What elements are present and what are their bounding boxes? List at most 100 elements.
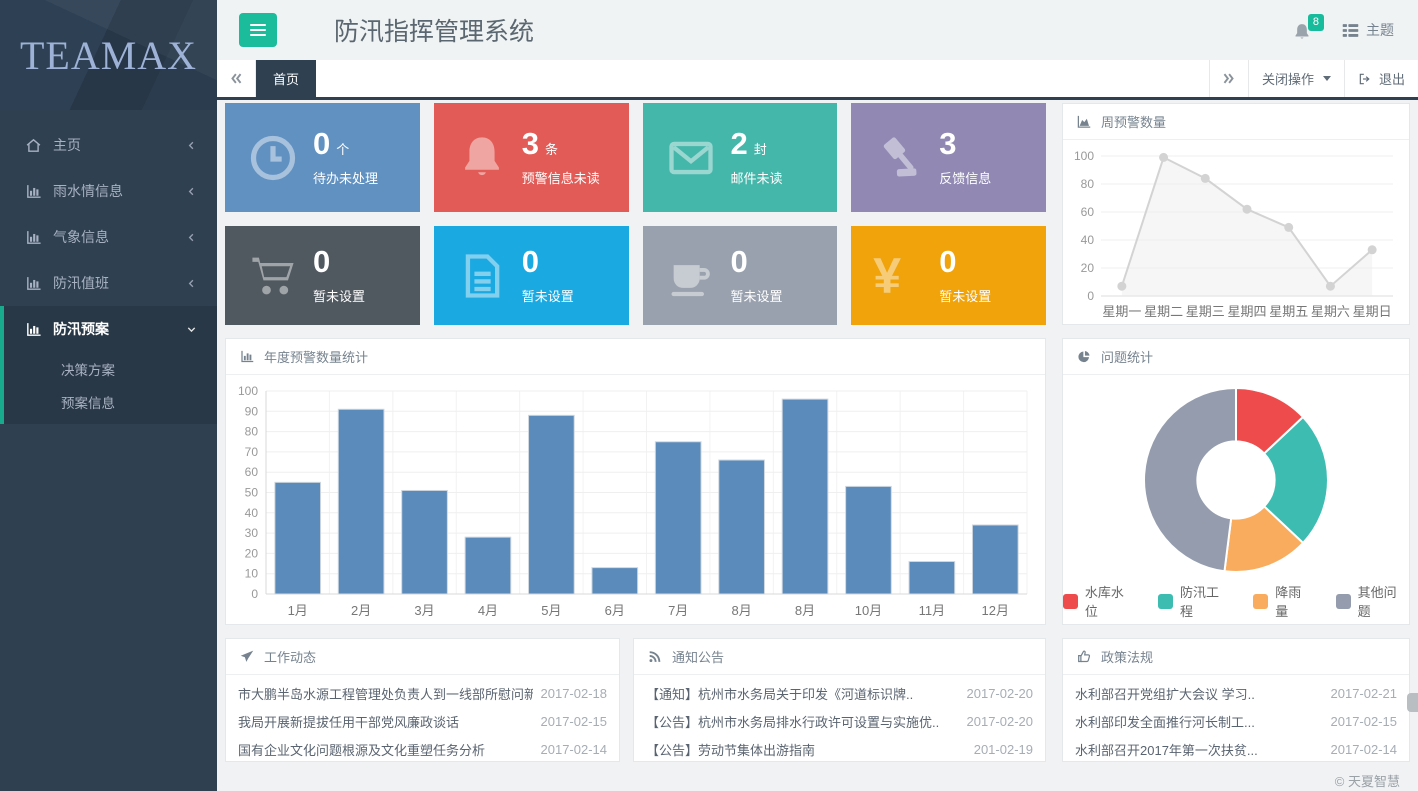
- bar-chart-icon: [25, 275, 42, 292]
- svg-text:100: 100: [238, 384, 258, 398]
- svg-text:70: 70: [245, 445, 259, 459]
- annual-bar-chart[interactable]: 01020304050607080901001月2月3月4月5月6月7月8月8月…: [226, 375, 1045, 624]
- svg-text:星期五: 星期五: [1269, 304, 1308, 319]
- news-item[interactable]: 我局开展新提拔任用干部党风廉政谈话 2017-02-15: [226, 707, 619, 735]
- sidebar-subitem-decision-plan[interactable]: 决策方案: [4, 352, 217, 385]
- sidebar-item-label: 防汛预案: [53, 319, 109, 339]
- tabs-scroll-right-button[interactable]: [1209, 60, 1248, 97]
- svg-text:80: 80: [245, 425, 259, 439]
- issue-donut-chart[interactable]: [1063, 375, 1409, 581]
- logo-area: TEAMAX: [0, 0, 217, 110]
- news-item[interactable]: 水利部召开党组扩大会议 学习.. 2017-02-21: [1063, 679, 1409, 707]
- legend-item-other[interactable]: 其他问题: [1336, 582, 1409, 620]
- back-to-top-button[interactable]: [1407, 693, 1418, 712]
- tabs-scroll-left-button[interactable]: [217, 60, 256, 97]
- bell-icon: [456, 132, 522, 184]
- news-item-title[interactable]: 国有企业文化问题根源及文化重塑任务分析: [238, 740, 533, 759]
- stat-card-unset-4[interactable]: ¥ 0 暂未设置: [851, 226, 1046, 325]
- sidebar-item-rain-info[interactable]: 雨水情信息: [4, 168, 217, 214]
- sidebar-item-weather-info[interactable]: 气象信息: [4, 214, 217, 260]
- legend-item-engineering[interactable]: 防汛工程: [1158, 582, 1231, 620]
- svg-text:8月: 8月: [732, 603, 752, 618]
- news-item[interactable]: 【通知】杭州市水务局关于印发《河道标识牌.. 2017-02-20: [634, 679, 1045, 707]
- card-value: 0: [731, 246, 748, 279]
- thumbs-up-icon: [1076, 649, 1092, 664]
- svg-text:星期一: 星期一: [1102, 304, 1141, 319]
- svg-text:星期二: 星期二: [1144, 304, 1183, 319]
- svg-text:50: 50: [245, 486, 259, 500]
- sidebar-item-flood-duty[interactable]: 防汛值班: [4, 260, 217, 306]
- news-item[interactable]: 【公告】劳动节集体出游指南 201-02-19: [634, 735, 1045, 763]
- card-label: 暂未设置: [731, 286, 783, 305]
- news-item-title[interactable]: 【公告】劳动节集体出游指南: [646, 740, 966, 759]
- news-item-date: 2017-02-14: [1331, 742, 1398, 757]
- stat-card-unset-2[interactable]: 0 暂未设置: [434, 226, 629, 325]
- news-item[interactable]: 国有企业文化问题根源及文化重塑任务分析 2017-02-14: [226, 735, 619, 763]
- sidebar-subitem-plan-info[interactable]: 预案信息: [4, 385, 217, 418]
- theme-button[interactable]: 主题: [1342, 20, 1394, 40]
- svg-text:60: 60: [1081, 205, 1095, 219]
- pie-chart-icon: [1076, 349, 1092, 364]
- news-item[interactable]: 水利部印发全面推行河长制工... 2017-02-15: [1063, 707, 1409, 735]
- svg-text:0: 0: [251, 587, 258, 601]
- stat-card-unset-3[interactable]: 0 暂未设置: [643, 226, 838, 325]
- sidebar-item-home[interactable]: 主页: [4, 122, 217, 168]
- news-item-title[interactable]: 水利部召开党组扩大会议 学习..: [1075, 684, 1323, 703]
- card-label: 预警信息未读: [522, 168, 600, 187]
- tab-home[interactable]: 首页: [256, 60, 316, 97]
- svg-text:10月: 10月: [855, 603, 882, 618]
- news-item[interactable]: 【公告】杭州市水务局排水行政许可设置与实施优.. 2017-02-20: [634, 707, 1045, 735]
- cart-icon: [247, 250, 313, 302]
- sidebar-item-label: 防汛值班: [53, 273, 109, 293]
- hamburger-menu-button[interactable]: [239, 13, 277, 47]
- sidebar-item-flood-plan[interactable]: 防汛预案: [4, 306, 217, 352]
- logout-button[interactable]: 退出: [1344, 60, 1418, 97]
- news-item-title[interactable]: 市大鹏半岛水源工程管理处负责人到一线部所慰问新春: [238, 684, 533, 703]
- news-item-title[interactable]: 我局开展新提拔任用干部党风廉政谈话: [238, 712, 533, 731]
- svg-text:20: 20: [1081, 261, 1095, 275]
- coffee-icon: [665, 250, 731, 302]
- notification-bell-button[interactable]: 8: [1292, 18, 1314, 42]
- svg-text:1月: 1月: [288, 603, 308, 618]
- notice-panel: 通知公告 【通知】杭州市水务局关于印发《河道标识牌.. 2017-02-20 【…: [633, 638, 1046, 762]
- news-item[interactable]: 水利部召开2017年第一次扶贫... 2017-02-14: [1063, 735, 1409, 763]
- notification-badge: 8: [1308, 14, 1324, 31]
- news-item-date: 2017-02-21: [1331, 686, 1398, 701]
- svg-text:8月: 8月: [795, 603, 815, 618]
- stat-card-todo[interactable]: 0个 待办未处理: [225, 103, 420, 212]
- legend-item-reservoir[interactable]: 水库水位: [1063, 582, 1136, 620]
- sidebar-group-plan: 防汛预案 决策方案 预案信息: [0, 306, 217, 424]
- news-item[interactable]: 市大鹏半岛水源工程管理处负责人到一线部所慰问新春 2017-02-18: [226, 679, 619, 707]
- sidebar-group-duty: 防汛值班: [0, 260, 217, 306]
- news-item-title[interactable]: 水利部印发全面推行河长制工...: [1075, 712, 1323, 731]
- topbar: 防汛指挥管理系统 8 主题: [217, 0, 1418, 60]
- legend-swatch: [1063, 594, 1078, 609]
- news-item-title[interactable]: 【通知】杭州市水务局关于印发《河道标识牌..: [646, 684, 959, 703]
- card-unit: 个: [336, 139, 349, 158]
- legend-item-rainfall[interactable]: 降雨量: [1253, 582, 1313, 620]
- panel-title: 政策法规: [1101, 647, 1153, 666]
- angle-double-right-icon: [1221, 71, 1236, 86]
- card-value: 0: [939, 246, 956, 279]
- news-item-title[interactable]: 水利部召开2017年第一次扶贫...: [1075, 740, 1323, 759]
- area-chart-icon: [1076, 114, 1092, 129]
- weekly-area-chart[interactable]: 020406080100星期一星期二星期三星期四星期五星期六星期日: [1063, 140, 1409, 324]
- chevron-left-icon: [186, 140, 197, 151]
- close-operations-dropdown[interactable]: 关闭操作: [1248, 60, 1344, 97]
- svg-text:5月: 5月: [541, 603, 561, 618]
- news-item-title[interactable]: 【公告】杭州市水务局排水行政许可设置与实施优..: [646, 712, 959, 731]
- stat-card-mail[interactable]: 2封 邮件未读: [643, 103, 838, 212]
- svg-text:7月: 7月: [668, 603, 688, 618]
- svg-text:星期三: 星期三: [1186, 304, 1225, 319]
- card-value: 3: [939, 128, 956, 161]
- stat-card-feedback[interactable]: 3 反馈信息: [851, 103, 1046, 212]
- caret-down-icon: [1323, 76, 1331, 81]
- panel-title: 周预警数量: [1101, 112, 1166, 131]
- close-operations-label: 关闭操作: [1262, 69, 1314, 88]
- sign-out-icon: [1358, 72, 1372, 86]
- rss-icon: [647, 649, 663, 664]
- svg-text:30: 30: [245, 526, 259, 540]
- stat-card-unset-1[interactable]: 0 暂未设置: [225, 226, 420, 325]
- card-value: 0: [522, 246, 539, 279]
- stat-card-warnings[interactable]: 3条 预警信息未读: [434, 103, 629, 212]
